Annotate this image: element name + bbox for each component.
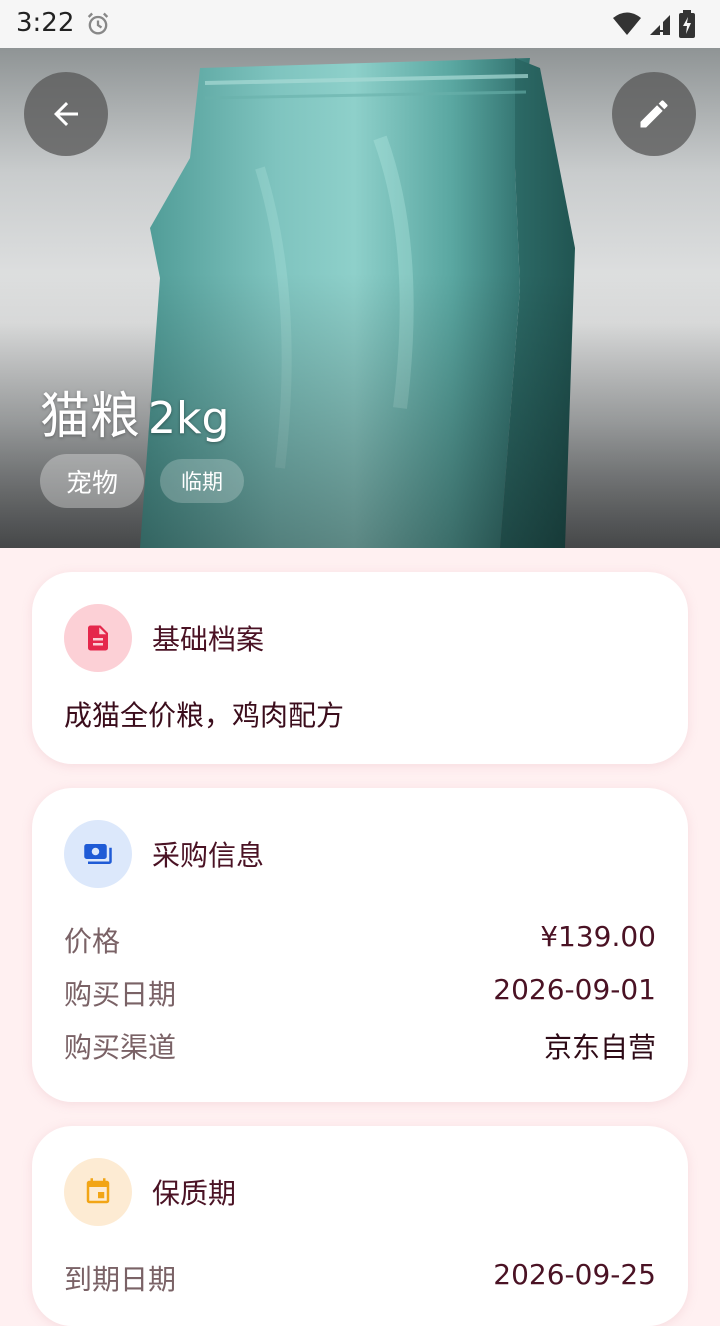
signal-icon [650,15,670,35]
tag-pet: 宠物 [40,454,144,508]
purchase-info-icon-wrap [64,820,132,888]
purchase-channel-value: 京东自营 [543,1031,656,1064]
purchase-info-card: 采购信息 价格 ¥139.00 购买日期 2026-09-01 购买渠道 京东自… [32,788,688,1102]
basic-info-icon-wrap [64,604,132,672]
arrow-back-icon [54,102,78,126]
document-icon [88,625,108,651]
purchase-date-row: 购买日期 2026-09-01 [64,973,656,1013]
product-quantity: 2kg [148,393,230,444]
back-button[interactable] [24,72,108,156]
expiry-date-value: 2026-09-25 [493,1258,656,1291]
product-description: 成猫全价粮，鸡肉配方 [64,699,345,732]
product-name: 猫粮 [40,387,140,445]
price-row: 价格 ¥139.00 [64,920,656,960]
purchase-date-value: 2026-09-01 [493,973,656,1006]
expiry-date-label: 到期日期 [64,1263,177,1296]
status-bar: 3:22 [0,0,720,48]
status-time: 3:22 [16,8,75,38]
basic-info-card: 基础档案 成猫全价粮，鸡肉配方 [32,572,688,764]
payments-icon [84,844,112,864]
shelf-life-title: 保质期 [152,1177,237,1210]
purchase-channel-row: 购买渠道 京东自营 [64,1026,656,1066]
calendar-icon [86,1178,110,1204]
wifi-icon [613,12,641,35]
product-title: 猫粮 2kg [40,376,229,448]
price-label: 价格 [64,925,121,958]
shelf-life-card: 保质期 到期日期 2026-09-25 [32,1126,688,1326]
purchase-date-label: 购买日期 [64,978,177,1011]
battery-charging-icon [679,10,695,38]
edit-button[interactable] [612,72,696,156]
alarm-icon [87,12,109,35]
tag-expiring: 临期 [160,459,244,503]
price-value: ¥139.00 [540,920,656,953]
purchase-info-title: 采购信息 [152,839,265,872]
expiry-date-row: 到期日期 2026-09-25 [64,1258,656,1298]
shelf-life-icon-wrap [64,1158,132,1226]
basic-info-title: 基础档案 [152,623,265,656]
pencil-icon [640,100,668,128]
purchase-channel-label: 购买渠道 [64,1031,177,1064]
product-hero-image: 猫粮 2kg 宠物 临期 [0,48,720,548]
